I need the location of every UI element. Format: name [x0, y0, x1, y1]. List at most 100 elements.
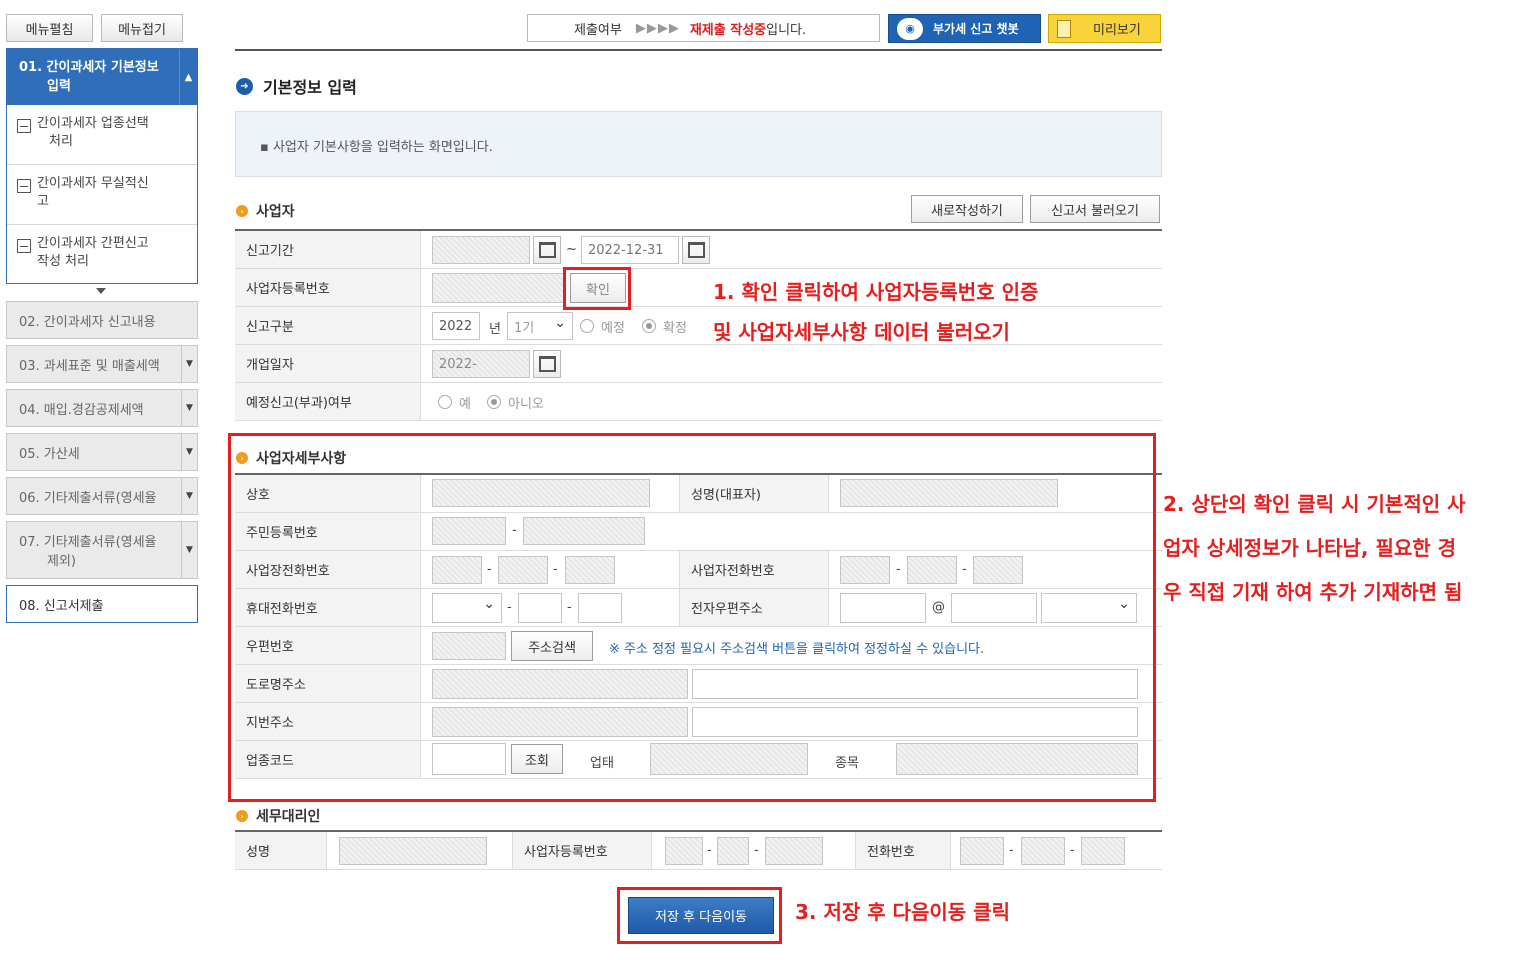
chevron-down-icon[interactable]: ▼ — [181, 434, 197, 470]
status-suffix: 입니다. — [766, 22, 807, 38]
agent-name-input[interactable] — [339, 837, 487, 865]
sidebar-item-label: 간이과세자 간편신고 — [37, 236, 149, 251]
step1-title-line1: 01. 간이과세자 기본정보 — [19, 60, 159, 75]
annotation-3: 3. 저장 후 다음이동 클릭 — [795, 900, 1010, 924]
annotation-2: 2. 상단의 확인 클릭 시 기본적인 사 업자 상세정보가 나타남, 필요한 … — [1163, 482, 1466, 614]
period-from-input[interactable] — [432, 236, 530, 264]
preview-label: 미리보기 — [1093, 23, 1141, 38]
agent-phone-2[interactable] — [1021, 837, 1065, 865]
step-label: 02. 간이과세자 신고내용 — [19, 314, 156, 330]
chatbot-label: 부가세 신고 챗봇 — [933, 22, 1019, 36]
highlight-detail — [228, 433, 1156, 802]
sidebar-item-simple-report[interactable]: 간이과세자 간편신고 작성 처리 — [7, 225, 197, 285]
agent-phone-3[interactable] — [1081, 837, 1125, 865]
agent-name-label: 성명 — [235, 832, 327, 869]
chevron-up-icon[interactable]: ▲ — [179, 49, 197, 105]
sidebar-item-no-activity[interactable]: 간이과세자 무실적신 고 — [7, 165, 197, 225]
term-select[interactable]: 1기 — [507, 312, 573, 340]
chevron-down-icon[interactable]: ▼ — [181, 390, 197, 426]
step-label: 07. 기타제출서류(영세율 — [19, 535, 157, 550]
annotation-text: 및 사업자세부사항 데이터 불러오기 — [713, 320, 1010, 344]
agent-reg-no-1[interactable] — [665, 837, 703, 865]
calendar-icon[interactable] — [682, 236, 710, 264]
sidebar-step-04[interactable]: 04. 매입.경감공제세액 ▼ — [6, 389, 198, 427]
document-icon — [1057, 19, 1071, 38]
submission-status: 제출여부 ▶▶▶▶ 재제출 작성중 입니다. — [527, 14, 880, 42]
step1-panel: 01. 간이과세자 기본정보 입력 ▲ 간이과세자 업종선택 처리 간이과세자 … — [6, 48, 198, 284]
radio-label: 예정 — [601, 321, 625, 336]
arrow-right-circle-icon: › — [236, 205, 248, 217]
section-business: › 사업자 — [236, 201, 295, 221]
minus-box-icon — [17, 239, 31, 253]
dash: - — [1070, 843, 1075, 858]
chevron-down-icon[interactable]: ▼ — [181, 478, 197, 514]
status-highlight: 재제출 작성중 — [689, 22, 767, 38]
agent-reg-no-2[interactable] — [717, 837, 749, 865]
period-to-input[interactable]: 2022-12-31 — [581, 236, 679, 264]
period-label: 신고기간 — [235, 231, 421, 268]
agent-reg-no-label: 사업자등록번호 — [512, 832, 652, 869]
agent-reg-no-3[interactable] — [765, 837, 823, 865]
radio-prelim[interactable] — [580, 319, 594, 333]
section-title: 세무대리인 — [256, 809, 321, 825]
sidebar-step-05[interactable]: 05. 가산세 ▼ — [6, 433, 198, 471]
step-label: 제외) — [47, 554, 76, 569]
step-label: 04. 매입.경감공제세액 — [19, 402, 144, 418]
arrow-right-circle-icon: ➜ — [236, 77, 253, 95]
radio-label: 확정 — [663, 321, 687, 336]
sidebar-step-08[interactable]: 08. 신고서제출 — [6, 585, 198, 623]
radio-no[interactable] — [487, 395, 501, 409]
sidebar-item-label: 간이과세자 업종선택 — [37, 116, 149, 131]
radio-label: 예 — [459, 397, 471, 412]
page-title: ➜ 기본정보 입력 — [236, 74, 357, 98]
row-prelim: 예정신고(부과)여부 예 아니오 — [235, 383, 1162, 421]
step-label: 08. 신고서제출 — [19, 598, 104, 614]
prelim-label: 예정신고(부과)여부 — [235, 383, 421, 420]
reg-no-input[interactable] — [432, 273, 564, 303]
step-label: 05. 가산세 — [19, 446, 80, 462]
expand-menu-button[interactable]: 메뉴펼침 — [6, 14, 93, 42]
radio-final[interactable] — [642, 319, 656, 333]
section-agent: › 세무대리인 — [236, 806, 320, 826]
chevron-down-icon[interactable]: ▼ — [181, 346, 197, 382]
sidebar-step-06[interactable]: 06. 기타제출서류(영세율 ▼ — [6, 477, 198, 515]
load-report-button[interactable]: 신고서 불러오기 — [1030, 195, 1160, 223]
tilde: ~ — [566, 242, 577, 257]
radio-yes[interactable] — [438, 395, 452, 409]
new-write-button[interactable]: 새로작성하기 — [911, 195, 1023, 223]
sidebar-item-label: 작성 처리 — [37, 254, 89, 269]
dash: - — [1009, 843, 1014, 858]
robot-icon: ◉ — [897, 17, 923, 40]
sidebar-item-industry[interactable]: 간이과세자 업종선택 처리 — [7, 105, 197, 165]
chevron-down-icon[interactable]: ▼ — [181, 522, 197, 578]
reg-no-label: 사업자등록번호 — [235, 269, 421, 306]
calendar-icon[interactable] — [533, 236, 561, 264]
report-type-label: 신고구분 — [235, 307, 421, 344]
annotation-text: 2. 상단의 확인 클릭 시 기본적인 사 — [1163, 492, 1466, 516]
year-input[interactable]: 2022 — [432, 312, 480, 340]
row-agent: 성명 사업자등록번호 - - 전화번호 - - — [235, 832, 1162, 870]
collapse-menu-button[interactable]: 메뉴접기 — [101, 14, 183, 42]
step-label: 06. 기타제출서류(영세율 — [19, 490, 157, 506]
minus-box-icon — [17, 179, 31, 193]
status-label: 제출여부 — [574, 22, 622, 38]
arrow-right-circle-icon: › — [236, 810, 248, 822]
agent-form: 성명 사업자등록번호 - - 전화번호 - - — [235, 830, 1162, 870]
arrows-icon: ▶▶▶▶ — [635, 20, 680, 36]
radio-label: 아니오 — [508, 397, 544, 412]
calendar-icon[interactable] — [533, 350, 561, 378]
annotation-text: 우 직접 기재 하여 추가 기재하면 됨 — [1163, 580, 1463, 604]
row-period: 신고기간 ~ 2022-12-31 — [235, 231, 1162, 269]
sidebar-step-03[interactable]: 03. 과세표준 및 매출세액 ▼ — [6, 345, 198, 383]
open-date-input[interactable]: 2022- — [432, 350, 530, 378]
annotation-text: 업자 상세정보가 나타남, 필요한 경 — [1163, 536, 1457, 560]
open-date-label: 개업일자 — [235, 345, 421, 382]
preview-button[interactable]: 미리보기 — [1048, 14, 1161, 43]
chatbot-button[interactable]: ◉ 부가세 신고 챗봇 — [888, 14, 1041, 43]
step1-header[interactable]: 01. 간이과세자 기본정보 입력 ▲ — [7, 49, 197, 105]
agent-phone-1[interactable] — [960, 837, 1004, 865]
divider — [235, 49, 1162, 51]
sidebar-step-02[interactable]: 02. 간이과세자 신고내용 — [6, 301, 198, 339]
annotation-text: 1. 확인 클릭하여 사업자등록번호 인증 — [713, 280, 1039, 304]
sidebar-step-07[interactable]: 07. 기타제출서류(영세율 제외) ▼ — [6, 521, 198, 579]
